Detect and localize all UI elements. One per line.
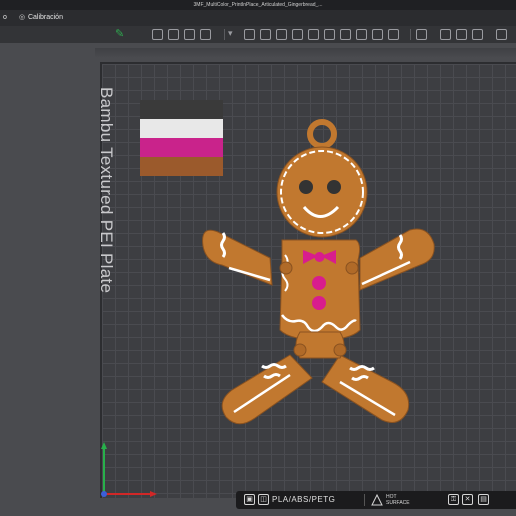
lock-icon[interactable]: ⚿: [448, 494, 459, 505]
left-arm: [202, 229, 273, 286]
gingerbread-model[interactable]: [0, 0, 516, 516]
filament-type-label: PLA/ABS/PETG: [272, 495, 336, 504]
hot-surface-label-2: SURFACE: [386, 500, 410, 506]
plate-settings-bar: ▣ ◫ PLA/ABS/PETG HOT SURFACE ⚿ ✕ ▤: [236, 491, 516, 509]
printer-icon[interactable]: ▣: [244, 494, 255, 505]
right-arm: [359, 228, 435, 291]
button-2: [312, 296, 326, 310]
right-eye: [327, 180, 341, 194]
axis-gizmo: [101, 442, 157, 497]
right-leg: [321, 354, 410, 423]
plate-icon[interactable]: ◫: [258, 494, 269, 505]
delete-icon[interactable]: ✕: [462, 494, 473, 505]
hot-surface-icon: [371, 494, 383, 506]
left-leg: [221, 354, 313, 425]
expand-icon[interactable]: ▤: [478, 494, 489, 505]
button-1: [312, 276, 326, 290]
head: [276, 146, 368, 238]
left-eye: [299, 180, 313, 194]
